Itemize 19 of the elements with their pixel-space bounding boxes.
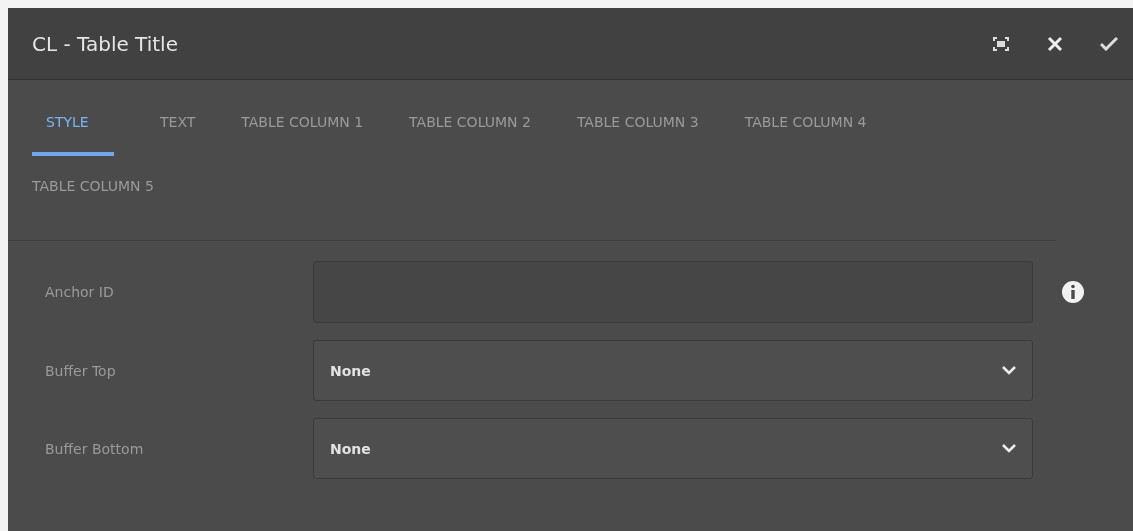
field-label: Buffer Top bbox=[45, 362, 117, 379]
close-icon bbox=[1047, 35, 1063, 52]
checkmark-icon bbox=[1100, 36, 1118, 51]
info-icon[interactable] bbox=[1061, 280, 1085, 304]
tab[interactable]: TEXT bbox=[160, 92, 196, 156]
tab[interactable]: STYLE bbox=[32, 92, 114, 156]
tab[interactable]: TABLE COLUMN 5 bbox=[32, 156, 154, 220]
fullscreen-icon bbox=[993, 36, 1009, 51]
dropdown[interactable]: None bbox=[313, 340, 1033, 401]
field-label: Anchor ID bbox=[45, 284, 115, 300]
chevron-down-icon bbox=[1002, 444, 1016, 453]
dropdown[interactable]: None bbox=[313, 418, 1033, 479]
window-title: CL - Table Title bbox=[32, 31, 179, 56]
tab[interactable]: TABLE COLUMN 2 bbox=[409, 92, 531, 156]
tab[interactable]: TABLE COLUMN 4 bbox=[744, 92, 867, 156]
chevron-down-icon bbox=[1002, 366, 1016, 375]
tab[interactable]: TABLE COLUMN 3 bbox=[576, 92, 699, 156]
field-label: Buffer Bottom bbox=[45, 440, 145, 457]
tab[interactable]: TABLE COLUMN 1 bbox=[241, 92, 364, 156]
